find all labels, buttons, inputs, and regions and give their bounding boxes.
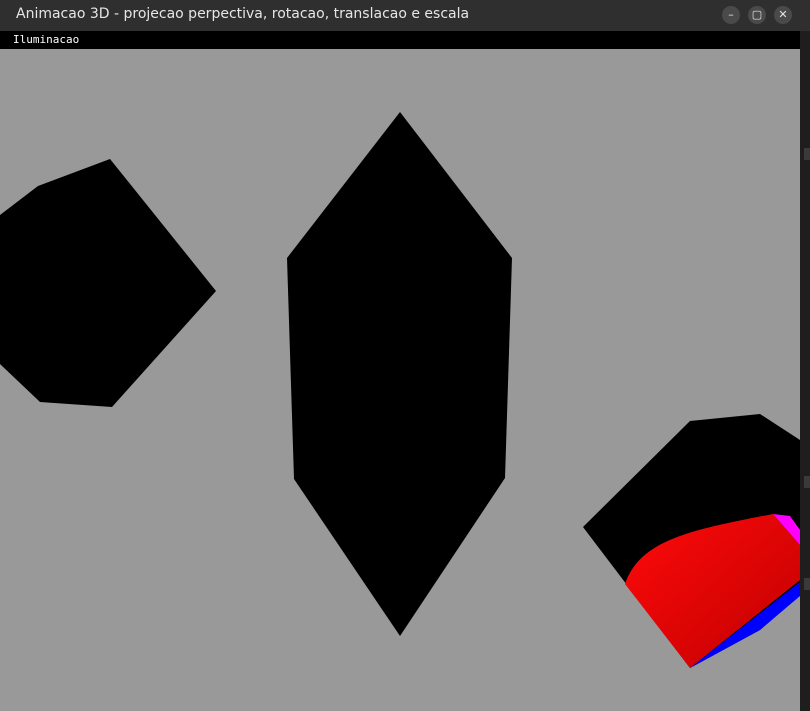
close-icon: ✕ — [778, 8, 788, 21]
menu-bar: Iluminacao — [0, 31, 800, 50]
title-bar: Animacao 3D - projecao perpectiva, rotac… — [0, 0, 810, 31]
scene-canvas — [0, 112, 800, 668]
edge-mark — [804, 578, 810, 590]
minimize-icon: – — [728, 8, 734, 21]
left-solid-silhouette — [0, 159, 216, 407]
maximize-icon: ▢ — [751, 8, 763, 21]
center-solid-silhouette — [287, 112, 512, 636]
maximize-button[interactable]: ▢ — [748, 6, 766, 24]
minimize-button[interactable]: – — [722, 6, 740, 24]
edge-mark — [804, 148, 810, 160]
close-button[interactable]: ✕ — [774, 6, 792, 24]
render-viewport[interactable] — [0, 49, 800, 711]
menu-item-iluminacao[interactable]: Iluminacao — [13, 33, 79, 46]
edge-mark — [804, 476, 810, 488]
adjacent-window-edge — [800, 31, 810, 711]
window-title: Animacao 3D - projecao perpectiva, rotac… — [16, 6, 470, 22]
